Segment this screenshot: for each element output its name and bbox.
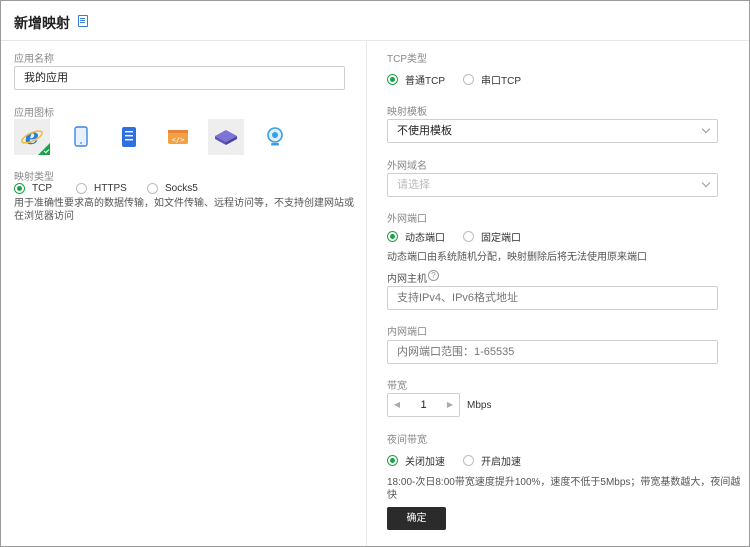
radio-dot	[76, 183, 87, 194]
bandwidth-value[interactable]: 1	[406, 394, 441, 416]
domain-select[interactable]: 请选择	[387, 173, 718, 197]
radio-https[interactable]: HTTPS	[76, 183, 127, 194]
radio-label: 关闭加速	[405, 457, 445, 468]
host-label: 内网主机	[387, 274, 427, 285]
mapping-type-label: 映射类型	[14, 172, 54, 183]
radio-accel-off[interactable]: 关闭加速	[387, 453, 445, 468]
decrement-icon[interactable]: ◀	[388, 394, 406, 416]
radio-normal-tcp[interactable]: 普通TCP	[387, 72, 445, 87]
template-value: 不使用模板	[397, 125, 452, 137]
ext-port-description: 动态端口由系统随机分配，映射删除后将无法使用原来端口	[387, 252, 647, 263]
radio-dot	[387, 455, 398, 466]
radio-fixed-port[interactable]: 固定端口	[463, 229, 521, 244]
radio-dot	[463, 455, 474, 466]
tablet-icon	[74, 126, 88, 147]
radio-dot	[463, 231, 474, 242]
icon-option-ie[interactable]: e	[14, 119, 50, 155]
page-title: 新增映射	[14, 15, 70, 31]
bandwidth-label: 带宽	[387, 381, 407, 392]
mapping-type-description: 用于准确性要求高的数据传输，如文件传输、远程访问等，不支持创建网站或在浏览器访问	[14, 198, 354, 222]
chevron-down-icon	[701, 124, 711, 134]
camera-icon	[267, 127, 283, 146]
server-icon	[122, 127, 136, 147]
radio-label: Socks5	[165, 183, 198, 194]
radio-label: TCP	[32, 183, 52, 194]
radio-accel-on[interactable]: 开启加速	[463, 453, 521, 468]
night-bandwidth-description: 18:00-次日8:00带宽速度提升100%，速度不低于5Mbps；带宽基数越大…	[387, 477, 741, 501]
radio-label: 串口TCP	[481, 76, 521, 87]
icon-option-code[interactable]: </>	[160, 119, 196, 155]
chevron-down-icon	[701, 178, 711, 188]
code-icon: </>	[168, 130, 188, 144]
ext-port-label: 外网端口	[387, 214, 427, 225]
app-icon-label: 应用图标	[14, 108, 54, 119]
radio-label: 固定端口	[481, 233, 521, 244]
radio-label: HTTPS	[94, 183, 127, 194]
dialog-header: 新增映射	[1, 1, 749, 41]
app-name-input[interactable]: 我的应用	[14, 66, 345, 90]
host-input[interactable]	[387, 286, 718, 310]
radio-dot	[463, 74, 474, 85]
radio-dot	[147, 183, 158, 194]
svg-text:e: e	[25, 125, 39, 149]
ie-icon: e	[21, 125, 43, 149]
icon-option-server[interactable]	[111, 119, 147, 155]
domain-placeholder: 请选择	[397, 179, 430, 191]
router-icon	[215, 130, 237, 145]
int-port-input[interactable]	[387, 340, 718, 364]
domain-label: 外网域名	[387, 161, 427, 172]
column-divider	[366, 42, 367, 546]
bandwidth-stepper[interactable]: ◀ 1 ▶	[387, 393, 460, 417]
template-select[interactable]: 不使用模板	[387, 119, 718, 143]
radio-dot	[14, 183, 25, 194]
template-label: 映射模板	[387, 107, 427, 118]
radio-dot	[387, 231, 398, 242]
icon-option-camera[interactable]	[257, 119, 293, 155]
radio-tcp[interactable]: TCP	[14, 183, 52, 194]
radio-dynamic-port[interactable]: 动态端口	[387, 229, 445, 244]
radio-serial-tcp[interactable]: 串口TCP	[463, 72, 521, 87]
document-icon[interactable]	[78, 15, 88, 27]
confirm-button[interactable]: 确定	[387, 507, 446, 530]
svg-text:</>: </>	[172, 136, 185, 144]
radio-dot	[387, 74, 398, 85]
help-icon[interactable]: ?	[428, 270, 439, 281]
radio-label: 动态端口	[405, 233, 445, 244]
tcp-type-label: TCP类型	[387, 54, 427, 65]
night-bandwidth-label: 夜间带宽	[387, 435, 427, 446]
int-port-label: 内网端口	[387, 327, 427, 338]
increment-icon[interactable]: ▶	[441, 394, 459, 416]
radio-label: 普通TCP	[405, 76, 445, 87]
icon-option-tablet[interactable]	[63, 119, 99, 155]
radio-label: 开启加速	[481, 457, 521, 468]
radio-socks5[interactable]: Socks5	[147, 183, 198, 194]
icon-option-router[interactable]	[208, 119, 244, 155]
app-name-label: 应用名称	[14, 54, 54, 65]
bandwidth-unit: Mbps	[467, 400, 492, 411]
